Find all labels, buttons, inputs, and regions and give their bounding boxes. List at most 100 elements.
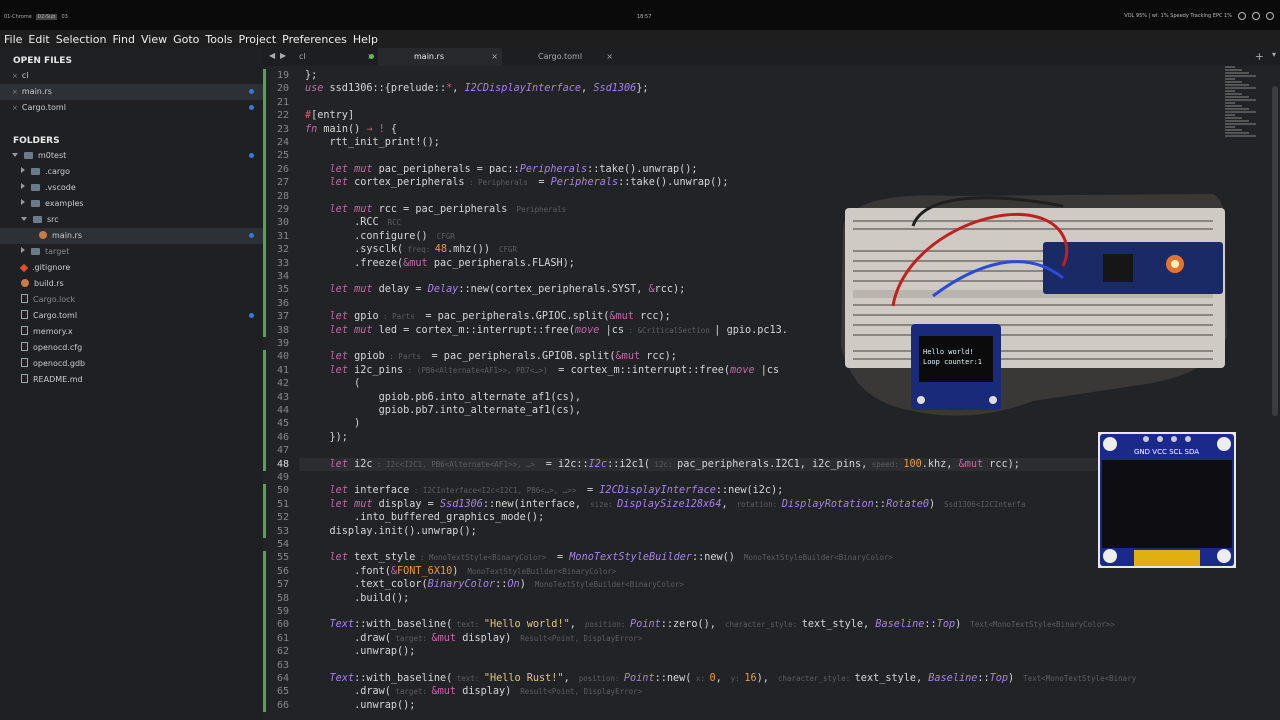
code-line[interactable]: Text::with_baseline( text: "Hello Rust!"… bbox=[305, 672, 1137, 685]
tree-item-label: README.md bbox=[33, 375, 83, 384]
code-line[interactable]: .configure() CFGR bbox=[305, 230, 455, 243]
tree-item[interactable]: .cargo bbox=[0, 164, 263, 180]
tab-cl[interactable]: cl× bbox=[263, 48, 378, 66]
tree-item[interactable]: .vscode bbox=[0, 180, 263, 196]
code-line[interactable]: .freeze(&mut pac_peripherals.FLASH); bbox=[305, 257, 575, 270]
network-icon[interactable] bbox=[1238, 12, 1246, 20]
line-number: 40 bbox=[276, 351, 289, 363]
menu-tools[interactable]: Tools bbox=[205, 33, 232, 46]
tree-item[interactable]: m0test bbox=[0, 148, 263, 164]
code-line[interactable]: rtt_init_print!(); bbox=[305, 136, 440, 149]
tab-cargo-toml[interactable]: Cargo.toml × bbox=[502, 48, 617, 66]
tree-item-label: .cargo bbox=[45, 167, 70, 176]
code-line[interactable]: let i2c_pins : (PB6<Alternate<AF1>>, PB7… bbox=[305, 364, 780, 377]
settings-icon[interactable] bbox=[1252, 12, 1260, 20]
workspace-item[interactable]: 03 bbox=[61, 14, 67, 20]
code-line[interactable]: .into_buffered_graphics_mode(); bbox=[305, 511, 544, 524]
code-line[interactable]: .unwrap(); bbox=[305, 645, 415, 658]
tree-item[interactable]: Cargo.toml bbox=[0, 308, 263, 324]
menu-help[interactable]: Help bbox=[353, 33, 378, 46]
code-line[interactable]: let text_style : MonoTextStyle<BinaryCol… bbox=[305, 551, 893, 564]
code-line[interactable]: .RCC RCC bbox=[305, 216, 401, 229]
code-line[interactable]: display.init().unwrap(); bbox=[305, 525, 477, 538]
tab-close-icon[interactable]: × bbox=[606, 48, 613, 66]
tab-list-icon[interactable]: ▾ bbox=[1272, 50, 1276, 59]
code-line[interactable]: .draw( target: &mut display) Result<Poin… bbox=[305, 632, 642, 645]
vertical-scrollbar[interactable] bbox=[1272, 86, 1278, 416]
code-line[interactable]: let mut rcc = pac_peripherals Peripheral… bbox=[305, 203, 567, 216]
code-line[interactable]: .font(&FONT_6X10) MonoTextStyleBuilder<B… bbox=[305, 565, 616, 578]
line-number: 23 bbox=[276, 123, 289, 135]
menu-edit[interactable]: Edit bbox=[28, 33, 49, 46]
code-line[interactable]: gpiob.pb7.into_alternate_af1(cs), bbox=[305, 404, 581, 417]
menu-selection[interactable]: Selection bbox=[56, 33, 107, 46]
code-line[interactable]: use ssd1306::{prelude::*, I2CDisplayInte… bbox=[305, 82, 649, 95]
code-line[interactable]: Text::with_baseline( text: "Hello world!… bbox=[305, 618, 1115, 631]
code-line[interactable]: let mut led = cortex_m::interrupt::free(… bbox=[305, 324, 788, 337]
code-line[interactable]: let mut delay = Delay::new(cortex_periph… bbox=[305, 283, 686, 296]
code-line[interactable]: .unwrap(); bbox=[305, 699, 415, 712]
expand-arrow-icon[interactable] bbox=[21, 167, 25, 173]
code-line[interactable]: fn main() → ! { bbox=[305, 123, 397, 136]
menu-preferences[interactable]: Preferences bbox=[282, 33, 347, 46]
new-tab-icon[interactable]: + bbox=[1255, 50, 1264, 63]
menu-view[interactable]: View bbox=[141, 33, 167, 46]
code-line[interactable]: let gpio : Parts = pac_peripherals.GPIOC… bbox=[305, 310, 671, 323]
changed-lines-marker bbox=[263, 551, 266, 713]
tab-label: cl bbox=[299, 52, 306, 61]
open-file-item[interactable]: × Cargo.toml bbox=[0, 100, 263, 116]
close-icon[interactable]: × bbox=[12, 104, 18, 112]
minimap[interactable] bbox=[1225, 66, 1265, 146]
tree-item[interactable]: main.rs bbox=[0, 228, 263, 244]
tree-item[interactable]: README.md bbox=[0, 372, 263, 388]
minimap-line bbox=[1225, 69, 1242, 71]
close-icon[interactable]: × bbox=[12, 72, 18, 80]
code-line[interactable]: gpiob.pb6.into_alternate_af1(cs), bbox=[305, 391, 581, 404]
close-icon[interactable]: × bbox=[12, 88, 18, 96]
tree-item[interactable]: build.rs bbox=[0, 276, 263, 292]
code-line[interactable]: }); bbox=[305, 431, 348, 444]
expand-arrow-icon[interactable] bbox=[21, 183, 25, 189]
open-file-item[interactable]: × cl bbox=[0, 68, 263, 84]
collapse-arrow-icon[interactable] bbox=[12, 153, 18, 157]
code-line[interactable]: ) bbox=[305, 417, 360, 430]
folder-icon bbox=[31, 168, 40, 175]
tree-item[interactable]: openocd.gdb bbox=[0, 356, 263, 372]
expand-arrow-icon[interactable] bbox=[21, 247, 25, 253]
code-line[interactable]: .text_color(BinaryColor::On) MonoTextSty… bbox=[305, 578, 684, 591]
tree-item[interactable]: examples bbox=[0, 196, 263, 212]
tab-bar: ◀ ▶ cl×main.rs×Cargo.toml× + ▾ bbox=[263, 48, 1280, 66]
tree-item[interactable]: Cargo.lock bbox=[0, 292, 263, 308]
code-line[interactable]: #[entry] bbox=[305, 109, 354, 122]
expand-arrow-icon[interactable] bbox=[21, 199, 25, 205]
minimap-line bbox=[1225, 66, 1235, 68]
code-line[interactable]: let mut pac_peripherals = pac::Periphera… bbox=[305, 163, 698, 176]
code-line[interactable]: .sysclk( freq: 48.mhz()) CFGR bbox=[305, 243, 517, 256]
tree-item[interactable]: memory.x bbox=[0, 324, 263, 340]
tab-close-icon[interactable]: × bbox=[491, 48, 498, 66]
tree-item[interactable]: openocd.cfg bbox=[0, 340, 263, 356]
tree-item[interactable]: .gitignore bbox=[0, 260, 263, 276]
code-line[interactable]: let cortex_peripherals : Peripherals = P… bbox=[305, 176, 729, 189]
collapse-arrow-icon[interactable] bbox=[21, 217, 27, 221]
line-number: 57 bbox=[276, 579, 289, 591]
code-line[interactable]: let mut display = Ssd1306::new(interface… bbox=[305, 498, 1026, 511]
tree-item[interactable]: src bbox=[0, 212, 263, 228]
code-line[interactable]: let i2c : I2c<I2C1, PB6<Alternate<AF1>>,… bbox=[305, 458, 1020, 471]
code-line[interactable]: let gpiob : Parts = pac_peripherals.GPIO… bbox=[305, 350, 677, 363]
workspace-item[interactable]: 01-Chrome bbox=[4, 14, 32, 20]
open-file-item[interactable]: × main.rs bbox=[0, 84, 263, 100]
menu-find[interactable]: Find bbox=[112, 33, 135, 46]
tree-item[interactable]: target bbox=[0, 244, 263, 260]
workspace-item[interactable]: 02-Sub bbox=[35, 14, 58, 20]
code-line[interactable]: }; bbox=[305, 69, 317, 82]
code-line[interactable]: ( bbox=[305, 377, 360, 390]
tab-main-rs[interactable]: main.rs × bbox=[369, 48, 502, 66]
menu-file[interactable]: File bbox=[4, 33, 22, 46]
power-icon[interactable] bbox=[1266, 12, 1274, 20]
code-line[interactable]: .draw( target: &mut display) Result<Poin… bbox=[305, 685, 642, 698]
menu-project[interactable]: Project bbox=[239, 33, 277, 46]
menu-goto[interactable]: Goto bbox=[173, 33, 199, 46]
code-line[interactable]: .build(); bbox=[305, 592, 409, 605]
code-line[interactable]: let interface : I2CInterface<I2c<I2C1, P… bbox=[305, 484, 784, 497]
